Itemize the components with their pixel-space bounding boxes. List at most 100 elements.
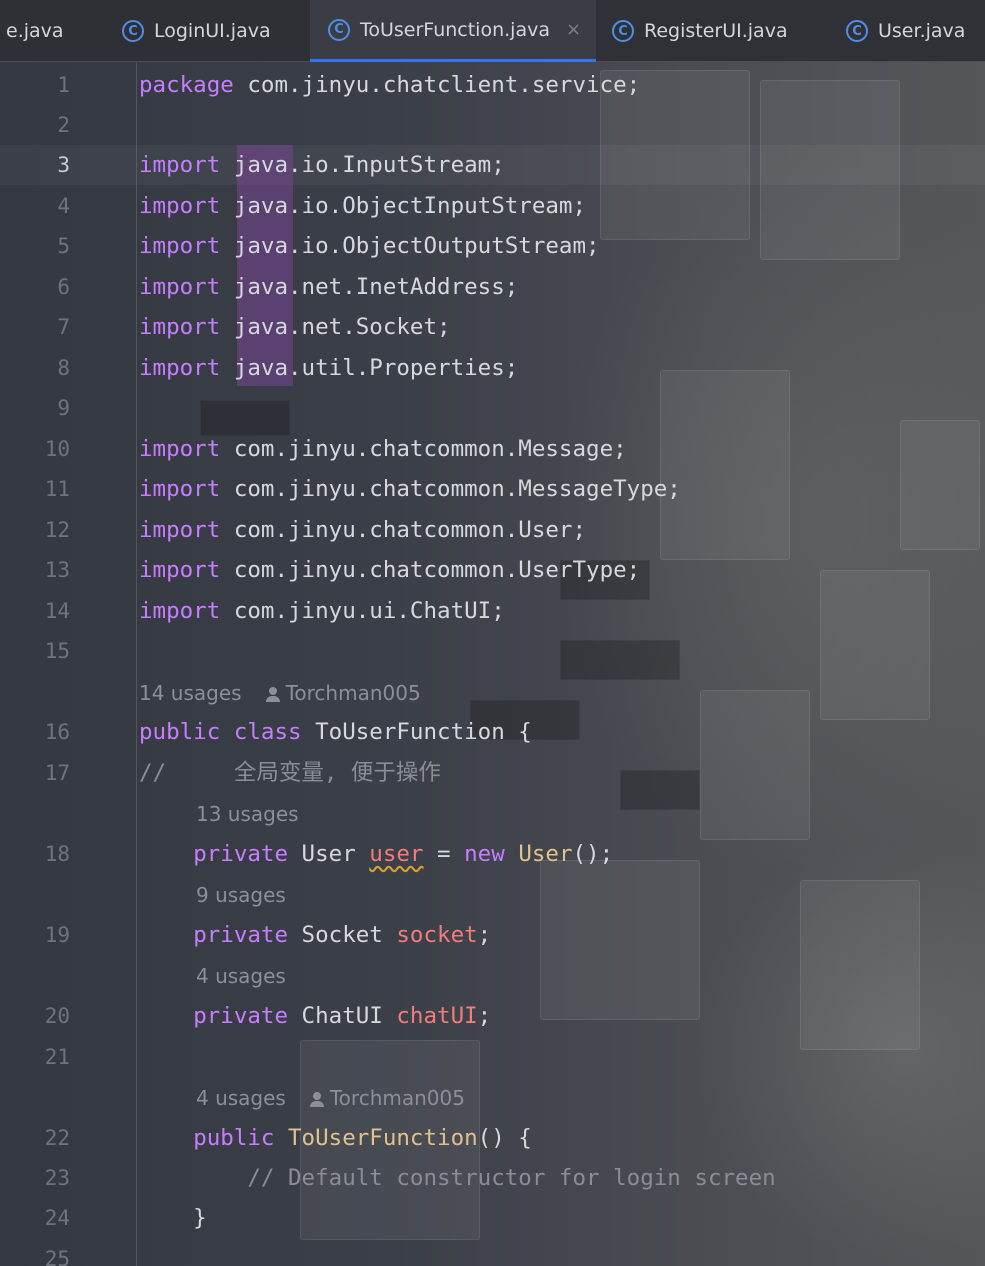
code-line[interactable]: 11 import com.jinyu.chatcommon.MessageTyp… <box>0 469 985 509</box>
code-line[interactable]: 10 import com.jinyu.chatcommon.Message; <box>0 429 985 469</box>
code-text: import com.jinyu.ui.ChatUI; <box>139 591 505 631</box>
code-line[interactable]: 18 private User user = new User(); <box>0 834 985 874</box>
code-token: com.jinyu.chatcommon.MessageType; <box>220 476 681 502</box>
code-token: com.jinyu.chatcommon.UserType; <box>220 557 641 583</box>
code-token: import <box>139 517 221 543</box>
code-line[interactable]: 9 <box>0 388 985 428</box>
code-line[interactable]: 3 import java.io.InputStream; <box>0 145 985 185</box>
code-text: import java.net.InetAddress; <box>139 267 518 307</box>
code-token: () { <box>477 1125 532 1151</box>
line-number: 11 <box>44 477 70 501</box>
usages-inlay-hint[interactable]: 14 usages Torchman005 <box>139 673 421 713</box>
class-icon: C <box>328 18 350 41</box>
code-line[interactable]: 1 package com.jinyu.chatclient.service; <box>0 65 985 105</box>
usages-inlay-hint[interactable]: 9 usages <box>196 875 286 915</box>
code-token: import <box>139 436 221 462</box>
code-line[interactable]: 15 <box>0 631 985 671</box>
code-text: import java.net.Socket; <box>139 307 451 347</box>
usages-count[interactable]: 14 usages <box>139 681 242 705</box>
code-line[interactable]: 22 public ToUserFunction() { <box>0 1118 985 1158</box>
line-number: 3 <box>57 153 70 177</box>
line-number: 14 <box>44 599 70 623</box>
author-name[interactable]: Torchman005 <box>286 681 421 705</box>
close-icon[interactable]: × <box>566 19 581 40</box>
code-token: import <box>139 476 221 502</box>
tab-label: User.java <box>878 20 966 42</box>
line-number: 15 <box>44 639 70 663</box>
code-line[interactable]: 5 import java.io.ObjectOutputStream; <box>0 226 985 266</box>
line-number: 4 <box>57 194 70 218</box>
tab-loginui-java[interactable]: C LoginUI.java <box>110 0 310 62</box>
tab-touserfunction-java[interactable]: C ToUserFunction.java × <box>310 0 596 62</box>
code-line[interactable]: 21 <box>0 1037 985 1077</box>
code-text: package com.jinyu.chatclient.service; <box>139 65 640 105</box>
usages-count[interactable]: 4 usages <box>196 964 286 988</box>
code-token: public <box>193 1125 275 1151</box>
tab-e-java[interactable]: e.java <box>0 0 110 62</box>
tab-label: LoginUI.java <box>154 20 271 42</box>
code-line[interactable]: 16 public class ToUserFunction { <box>0 712 985 752</box>
code-token: private <box>193 1003 289 1029</box>
code-token: (); <box>572 841 614 867</box>
tab-label: e.java <box>6 20 64 42</box>
code-text: import com.jinyu.chatcommon.MessageType; <box>139 469 681 509</box>
code-token: ; <box>477 922 492 948</box>
code-text: private Socket socket; <box>139 915 491 955</box>
usages-inlay-hint[interactable]: 13 usages <box>196 794 299 834</box>
code-line[interactable]: 23 // Default constructor for login scre… <box>0 1158 985 1198</box>
code-line[interactable]: 13 import com.jinyu.chatcommon.UserType; <box>0 550 985 590</box>
code-token: socket <box>396 922 478 948</box>
tab-registerui-java[interactable]: C RegisterUI.java <box>596 0 830 62</box>
code-token: ChatUI <box>288 1003 397 1029</box>
code-line[interactable]: 12 import com.jinyu.chatcommon.User; <box>0 510 985 550</box>
code-token: import <box>139 152 221 178</box>
code-line[interactable]: 14 import com.jinyu.ui.ChatUI; <box>0 591 985 631</box>
line-number: 6 <box>57 275 70 299</box>
code-line[interactable]: 7 import java.net.Socket; <box>0 307 985 347</box>
tab-label: RegisterUI.java <box>644 20 788 42</box>
class-icon: C <box>122 20 144 42</box>
code-line[interactable]: 4 import java.io.ObjectInputStream; <box>0 186 985 226</box>
code-token: Socket <box>288 922 397 948</box>
code-line[interactable]: 2 <box>0 105 985 145</box>
line-number: 2 <box>57 113 70 137</box>
code-token: java.net.InetAddress; <box>220 274 519 300</box>
usages-count[interactable]: 13 usages <box>196 802 299 826</box>
usages-inlay-hint[interactable]: 4 usages <box>196 956 286 996</box>
usages-count[interactable]: 9 usages <box>196 883 286 907</box>
code-line[interactable]: 19 private Socket socket; <box>0 915 985 955</box>
line-number: 1 <box>57 73 70 97</box>
code-line[interactable]: 6 import java.net.InetAddress; <box>0 267 985 307</box>
class-icon: C <box>846 20 868 42</box>
line-number: 9 <box>57 396 70 420</box>
code-line[interactable]: 20 private ChatUI chatUI; <box>0 996 985 1036</box>
line-number: 23 <box>44 1166 70 1190</box>
usages-count[interactable]: 4 usages <box>196 1086 286 1110</box>
line-number: 19 <box>44 923 70 947</box>
line-number: 5 <box>57 234 70 258</box>
code-line[interactable]: 17 // 全局变量, 便于操作 <box>0 753 985 793</box>
code-line[interactable]: 24 } <box>0 1198 985 1238</box>
code-line[interactable]: 8 import java.util.Properties; <box>0 348 985 388</box>
tab-user-java[interactable]: C User.java <box>830 0 985 62</box>
code-token: package <box>139 72 234 98</box>
line-number: 24 <box>44 1206 70 1230</box>
line-number: 25 <box>44 1247 70 1266</box>
code-token: private <box>193 841 289 867</box>
author-name[interactable]: Torchman005 <box>330 1086 465 1110</box>
code-token: private <box>193 922 289 948</box>
code-text: import com.jinyu.chatcommon.Message; <box>139 429 627 469</box>
usages-inlay-hint[interactable]: 4 usages Torchman005 <box>196 1078 465 1118</box>
code-text: public class ToUserFunction { <box>139 712 532 752</box>
code-text: import java.util.Properties; <box>139 348 518 388</box>
code-token: com.jinyu.ui.ChatUI; <box>220 598 505 624</box>
code-line[interactable]: 25 <box>0 1239 985 1266</box>
code-token: import <box>139 355 221 381</box>
code-text: private ChatUI chatUI; <box>139 996 491 1036</box>
class-icon: C <box>612 20 634 42</box>
code-token: java.io.ObjectInputStream; <box>220 193 587 219</box>
